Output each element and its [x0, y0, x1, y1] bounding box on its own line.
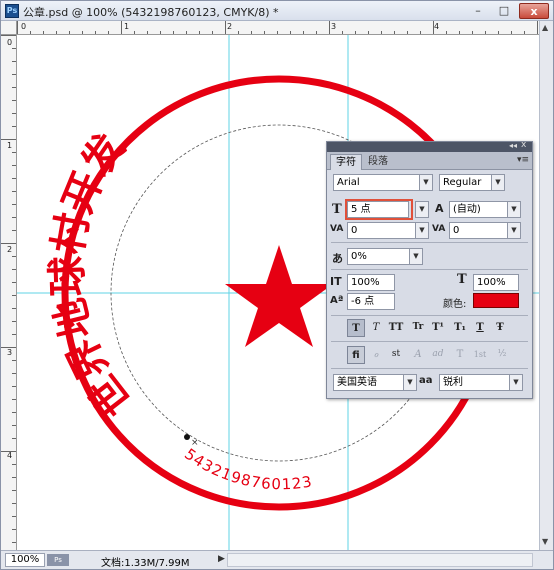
strikethrough-button[interactable]: Ŧ: [491, 319, 509, 337]
character-panel: ◂◂ x 字符 段落 ▾≡ Arial ▼ Regular ▼ T 5 点 ▼ …: [326, 140, 533, 399]
small-caps-button[interactable]: Tr: [409, 319, 427, 337]
font-size-icon: T: [332, 202, 342, 217]
tracking-dropdown-icon[interactable]: ▼: [507, 222, 521, 239]
ordinals-button[interactable]: 1st: [471, 346, 489, 364]
color-label: 颜色:: [443, 299, 467, 310]
leading-dropdown-icon[interactable]: ▼: [507, 201, 521, 218]
vertical-scale-icon: IT: [330, 275, 342, 288]
status-bar: 100% Ps 文档:1.33M/7.99M ▶: [1, 550, 553, 569]
panel-close-icon[interactable]: x: [521, 140, 526, 150]
faux-bold-button[interactable]: T: [347, 319, 365, 337]
close-button[interactable]: x: [519, 3, 549, 19]
language-dropdown-icon[interactable]: ▼: [403, 374, 417, 391]
horizontal-scrollbar[interactable]: [227, 553, 533, 567]
panel-tab-bar: 字符 段落 ▾≡: [327, 152, 532, 170]
scroll-down-icon[interactable]: ▼: [542, 537, 548, 546]
horizontal-ruler[interactable]: 0 1 2 3 4: [17, 21, 539, 35]
panel-header[interactable]: ◂◂ x: [327, 140, 532, 152]
kerning-icon: VA: [330, 224, 344, 234]
underline-button[interactable]: T: [471, 319, 489, 337]
panel-divider: [331, 341, 528, 342]
text-cursor-icon: ×: [191, 438, 199, 448]
old-style-button[interactable]: ℴ: [367, 346, 385, 364]
tracking-icon: VA: [432, 224, 446, 234]
document-size-info: 文档:1.33M/7.99M: [101, 558, 190, 569]
maximize-button[interactable]: □: [493, 3, 515, 19]
tab-paragraph[interactable]: 段落: [363, 154, 393, 170]
tsume-dropdown-icon[interactable]: ▼: [409, 248, 423, 265]
swash-button[interactable]: A: [409, 346, 427, 364]
status-ps-icon[interactable]: Ps: [47, 554, 69, 566]
ruler-v-label-4: 4: [7, 451, 13, 460]
titling-alternates-button[interactable]: T: [451, 346, 469, 364]
vertical-ruler-ticks: [1, 35, 16, 543]
ruler-h-label-2: 2: [227, 22, 233, 31]
panel-divider: [331, 242, 528, 243]
collapse-icon[interactable]: ◂◂: [509, 141, 517, 150]
horizontal-ruler-ticks: [17, 21, 538, 34]
fractions-button[interactable]: ½: [493, 346, 511, 364]
subscript-button[interactable]: T₁: [451, 319, 469, 337]
photoshop-document-window: Ps 公章.psd @ 100% (5432198760123, CMYK/8)…: [0, 0, 554, 570]
panel-divider: [331, 269, 528, 270]
text-color-swatch[interactable]: [473, 293, 519, 308]
stamp-star-icon: [225, 245, 333, 347]
scroll-up-icon[interactable]: ▲: [542, 23, 548, 32]
font-family-field[interactable]: Arial: [333, 174, 421, 191]
stamp-serial-number: 5432198760123: [181, 445, 314, 493]
kerning-dropdown-icon[interactable]: ▼: [415, 222, 429, 239]
font-style-field[interactable]: Regular: [439, 174, 493, 191]
anti-alias-field[interactable]: 锐利: [439, 374, 511, 391]
baseline-shift-field[interactable]: -6 点: [347, 293, 395, 310]
horizontal-scale-field[interactable]: 100%: [473, 274, 519, 291]
font-size-dropdown-icon[interactable]: ▼: [415, 201, 429, 218]
ruler-v-label-0: 0: [7, 38, 13, 47]
ruler-origin[interactable]: [1, 21, 17, 35]
ruler-v-label-3: 3: [7, 348, 13, 357]
discretionary-ligatures-button[interactable]: st: [387, 346, 405, 364]
tsume-field[interactable]: 0%: [347, 248, 411, 265]
panel-menu-icon[interactable]: ▾≡: [517, 155, 529, 165]
all-caps-button[interactable]: TT: [387, 319, 405, 337]
ruler-v-label-1: 1: [7, 141, 13, 150]
ruler-h-label-4: 4: [434, 22, 440, 31]
ruler-h-label-1: 1: [124, 22, 130, 31]
status-menu-arrow-icon[interactable]: ▶: [218, 554, 225, 564]
ruler-h-label-3: 3: [331, 22, 337, 31]
language-field[interactable]: 美国英语: [333, 374, 405, 391]
stamp-arc-text: 世界地球村开发: [44, 125, 142, 425]
ligatures-button[interactable]: fi: [347, 346, 365, 364]
text-cursor-point[interactable]: [184, 434, 190, 440]
vertical-ruler[interactable]: 0 1 2 3 4: [1, 35, 17, 550]
panel-divider: [331, 368, 528, 369]
anti-alias-dropdown-icon[interactable]: ▼: [509, 374, 523, 391]
vertical-scale-field[interactable]: 100%: [347, 274, 395, 291]
leading-field[interactable]: (自动): [449, 201, 509, 218]
kerning-field[interactable]: 0: [347, 222, 417, 239]
superscript-button[interactable]: T¹: [429, 319, 447, 337]
font-style-dropdown-icon[interactable]: ▼: [491, 174, 505, 191]
stylistic-alternates-button[interactable]: ad: [429, 346, 447, 364]
tab-character[interactable]: 字符: [330, 154, 362, 170]
font-family-dropdown-icon[interactable]: ▼: [419, 174, 433, 191]
zoom-level-field[interactable]: 100%: [5, 553, 45, 567]
vertical-scrollbar[interactable]: ▲ ▼: [539, 21, 553, 550]
leading-icon: A: [435, 202, 444, 215]
anti-alias-icon: aa: [419, 375, 433, 386]
panel-divider: [331, 315, 528, 316]
baseline-shift-icon: Aª: [330, 295, 344, 306]
document-title: 公章.psd @ 100% (5432198760123, CMYK/8) *: [23, 6, 279, 19]
faux-italic-button[interactable]: T: [367, 319, 385, 337]
photoshop-logo-icon: Ps: [5, 4, 19, 18]
ruler-v-label-2: 2: [7, 245, 13, 254]
font-size-highlight: [345, 199, 413, 220]
tsume-icon: あ: [332, 252, 343, 265]
ruler-h-label-0: 0: [21, 22, 27, 31]
minimize-button[interactable]: –: [467, 3, 489, 19]
horizontal-scale-icon: T: [457, 272, 467, 287]
title-bar: Ps 公章.psd @ 100% (5432198760123, CMYK/8)…: [1, 1, 553, 21]
